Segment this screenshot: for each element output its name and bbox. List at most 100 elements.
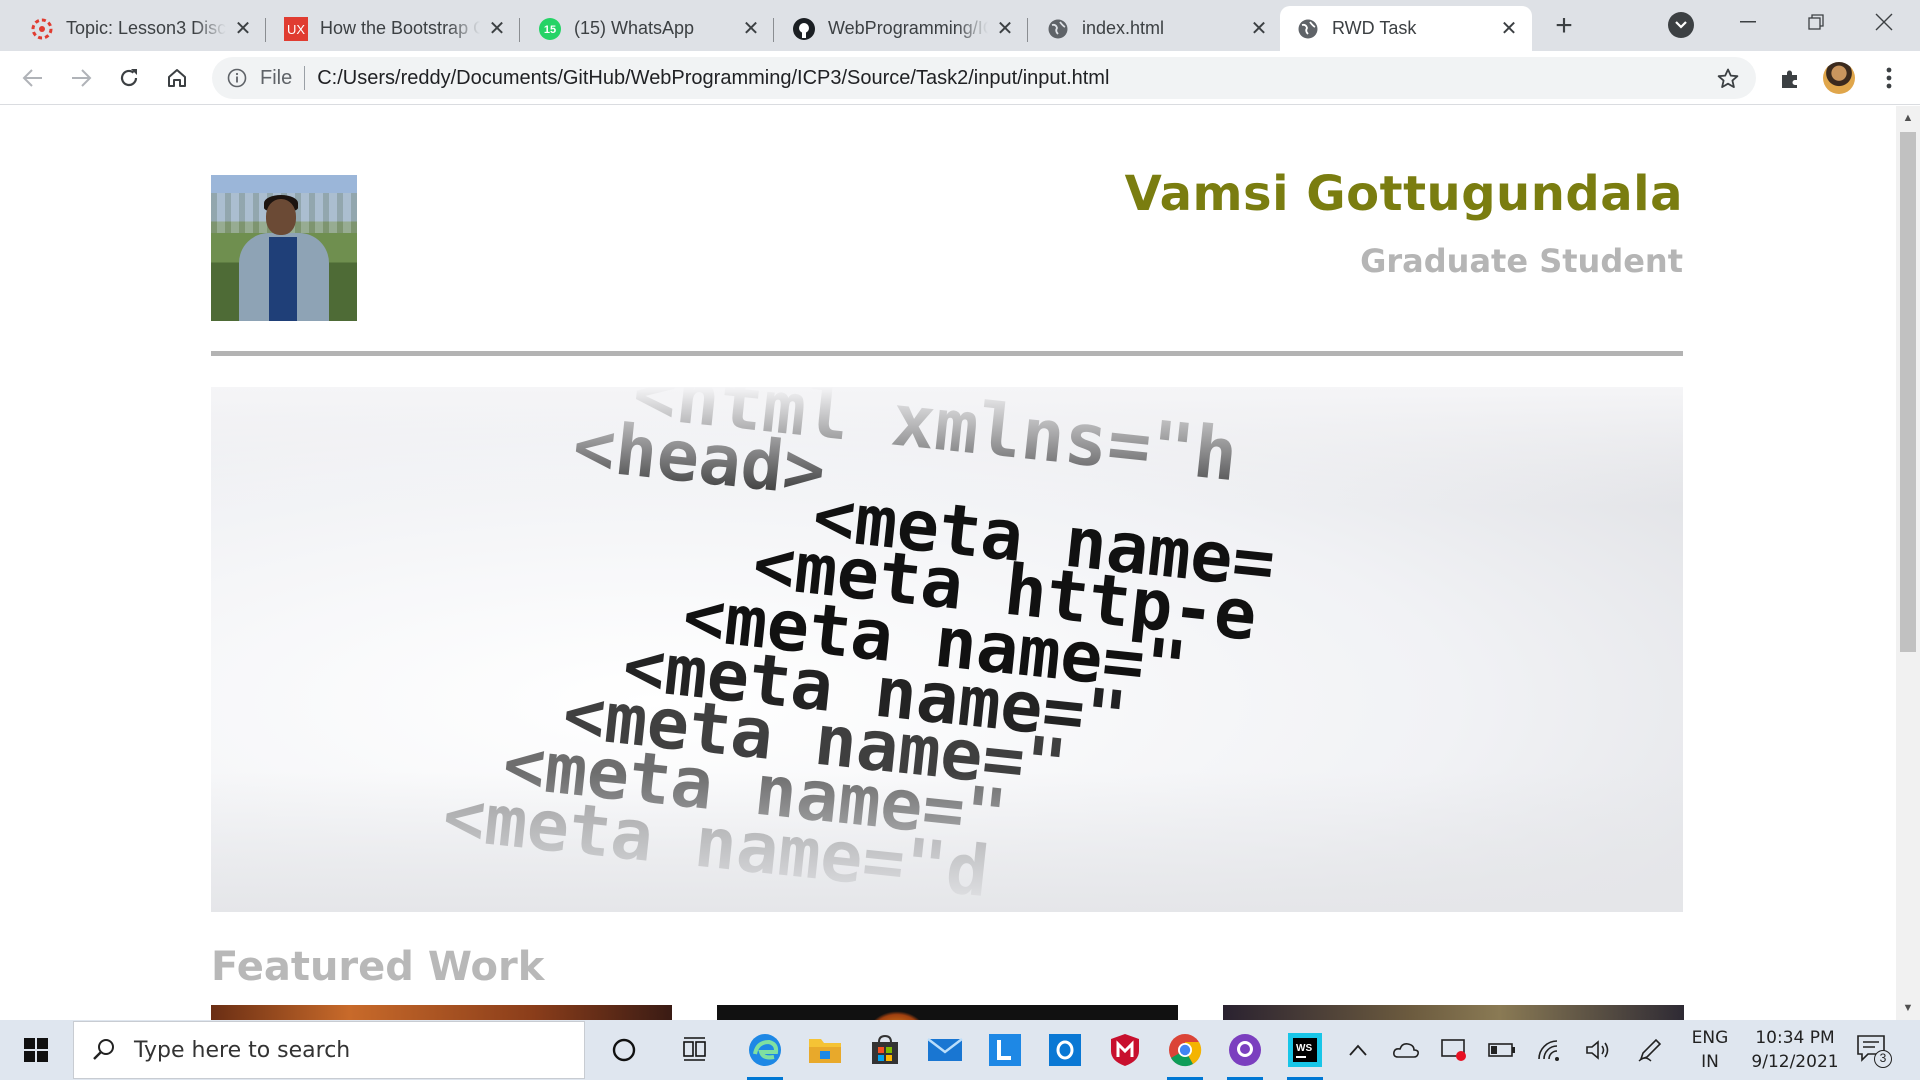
- volume-tray[interactable]: [1584, 1036, 1612, 1064]
- star-icon: [1717, 68, 1739, 88]
- new-tab-button[interactable]: +: [1548, 9, 1580, 42]
- taskbar-github-desktop[interactable]: [1221, 1026, 1269, 1080]
- page-scrollbar[interactable]: ▲ ▼: [1896, 106, 1920, 1020]
- svg-text:WS: WS: [1296, 1043, 1312, 1054]
- taskbar-edge[interactable]: [741, 1026, 789, 1080]
- taskbar-search-box[interactable]: Type here to search: [73, 1021, 585, 1079]
- restore-button[interactable]: [1786, 0, 1846, 44]
- tab-search-button[interactable]: [1668, 12, 1694, 38]
- pen-icon: [1638, 1038, 1662, 1062]
- tab-bootstrap[interactable]: UX How the Bootstrap Grid Works ✕: [268, 6, 520, 51]
- language-code: ENG: [1691, 1028, 1729, 1048]
- close-icon[interactable]: ✕: [1498, 18, 1520, 40]
- page-subtitle: Graduate Student: [1360, 242, 1683, 280]
- forward-button[interactable]: [64, 61, 98, 95]
- mcafee-shield-icon: [1111, 1034, 1139, 1066]
- address-bar[interactable]: File C:/Users/reddy/Documents/GitHub/Web…: [212, 57, 1756, 99]
- close-window-button[interactable]: [1854, 0, 1914, 44]
- minimize-icon: [1740, 21, 1756, 23]
- bookmark-button[interactable]: [1714, 65, 1742, 93]
- taskbar-store[interactable]: [861, 1026, 909, 1074]
- tab-separator: [519, 18, 520, 42]
- github-icon: [792, 17, 816, 41]
- battery-tray[interactable]: [1488, 1036, 1516, 1064]
- tab-lesson3[interactable]: Topic: Lesson3 Discussion ✕: [14, 6, 266, 51]
- profile-photo: [211, 175, 357, 321]
- tab-separator: [1027, 18, 1028, 42]
- url-text[interactable]: C:/Users/reddy/Documents/GitHub/WebProgr…: [317, 67, 1109, 90]
- battery-icon: [1488, 1043, 1515, 1057]
- header-divider: [211, 351, 1683, 356]
- folder-icon: [809, 1039, 841, 1063]
- arrow-right-icon: [72, 69, 92, 87]
- security-tray[interactable]: [1440, 1036, 1468, 1064]
- taskbar-lync[interactable]: [981, 1026, 1029, 1074]
- scrollbar-thumb[interactable]: [1900, 132, 1916, 652]
- globe-icon: [1046, 17, 1070, 41]
- onedrive-tray[interactable]: [1392, 1036, 1420, 1064]
- language-indicator[interactable]: ENG IN: [1688, 1026, 1732, 1074]
- back-button[interactable]: [16, 61, 50, 95]
- tab-index-html[interactable]: index.html ✕: [1030, 6, 1282, 51]
- show-hidden-icons-button[interactable]: [1344, 1036, 1372, 1064]
- search-icon: [93, 1039, 114, 1060]
- close-icon[interactable]: ✕: [1248, 18, 1270, 40]
- page-viewport: Vamsi Gottugundala Graduate Student <htm…: [0, 106, 1896, 1020]
- taskbar-clock[interactable]: 10:34 PM 9/12/2021: [1742, 1026, 1848, 1074]
- cortana-button[interactable]: [600, 1026, 648, 1074]
- task-view-button[interactable]: [672, 1026, 720, 1074]
- home-button[interactable]: [160, 61, 194, 95]
- taskbar-chrome[interactable]: [1161, 1026, 1209, 1080]
- browser-toolbar: File C:/Users/reddy/Documents/GitHub/Web…: [0, 51, 1920, 105]
- info-icon[interactable]: [226, 67, 248, 89]
- pen-tray[interactable]: [1636, 1036, 1664, 1064]
- featured-work-thumbnail[interactable]: [211, 1005, 672, 1020]
- tab-whatsapp[interactable]: 15 (15) WhatsApp ✕: [522, 6, 774, 51]
- close-icon[interactable]: ✕: [740, 18, 762, 40]
- scroll-down-arrow[interactable]: ▼: [1902, 1002, 1914, 1014]
- featured-work-thumbnail[interactable]: [1223, 1005, 1684, 1020]
- browser-menu-button[interactable]: [1874, 63, 1904, 93]
- cortana-icon: [612, 1038, 636, 1062]
- close-icon[interactable]: ✕: [994, 18, 1016, 40]
- canvas-icon: [30, 17, 54, 41]
- close-icon[interactable]: ✕: [232, 18, 254, 40]
- taskbar-outlook[interactable]: [1041, 1026, 1089, 1074]
- taskbar-mail[interactable]: [921, 1026, 969, 1074]
- taskbar-mcafee[interactable]: [1101, 1026, 1149, 1074]
- region-code: IN: [1701, 1052, 1719, 1072]
- start-button[interactable]: [0, 1020, 72, 1080]
- taskbar: Type here to search WS ENG IN 10:34 PM 9…: [0, 1020, 1920, 1080]
- extensions-button[interactable]: [1776, 65, 1804, 93]
- mail-icon: [927, 1038, 963, 1061]
- tab-title: Topic: Lesson3 Discussion: [66, 18, 226, 38]
- url-scheme: File: [260, 66, 293, 89]
- featured-work-thumbnail[interactable]: [717, 1005, 1178, 1020]
- home-icon: [168, 69, 186, 87]
- taskbar-file-explorer[interactable]: [801, 1026, 849, 1074]
- tab-github[interactable]: WebProgramming/ICP3 ✕: [776, 6, 1028, 51]
- wifi-tray[interactable]: [1536, 1036, 1564, 1064]
- wifi-icon: [1538, 1040, 1559, 1061]
- page-title: Vamsi Gottugundala: [1124, 166, 1683, 222]
- profile-avatar[interactable]: [1823, 62, 1855, 94]
- tab-rwd-task[interactable]: RWD Task ✕: [1280, 6, 1532, 51]
- tab-separator: [773, 18, 774, 42]
- close-icon[interactable]: ✕: [486, 18, 508, 40]
- tab-strip: Topic: Lesson3 Discussion ✕ UX How the B…: [0, 0, 1920, 51]
- notification-center-button[interactable]: 3: [1856, 1034, 1892, 1068]
- chevron-down-icon: [1675, 21, 1687, 29]
- more-vertical-icon: [1886, 67, 1892, 89]
- taskbar-webstorm[interactable]: WS: [1281, 1026, 1329, 1080]
- whatsapp-badge: 15: [544, 24, 556, 36]
- l-app-icon: [989, 1034, 1021, 1066]
- close-icon: [1875, 13, 1893, 31]
- url-divider: [304, 66, 306, 90]
- tab-title: index.html: [1082, 18, 1165, 38]
- chevron-up-icon: [1349, 1044, 1367, 1056]
- scroll-up-arrow[interactable]: ▲: [1902, 112, 1914, 124]
- reload-button[interactable]: [112, 61, 146, 95]
- svg-text:UX: UX: [287, 22, 305, 37]
- minimize-button[interactable]: [1718, 0, 1778, 44]
- reload-icon: [120, 69, 138, 87]
